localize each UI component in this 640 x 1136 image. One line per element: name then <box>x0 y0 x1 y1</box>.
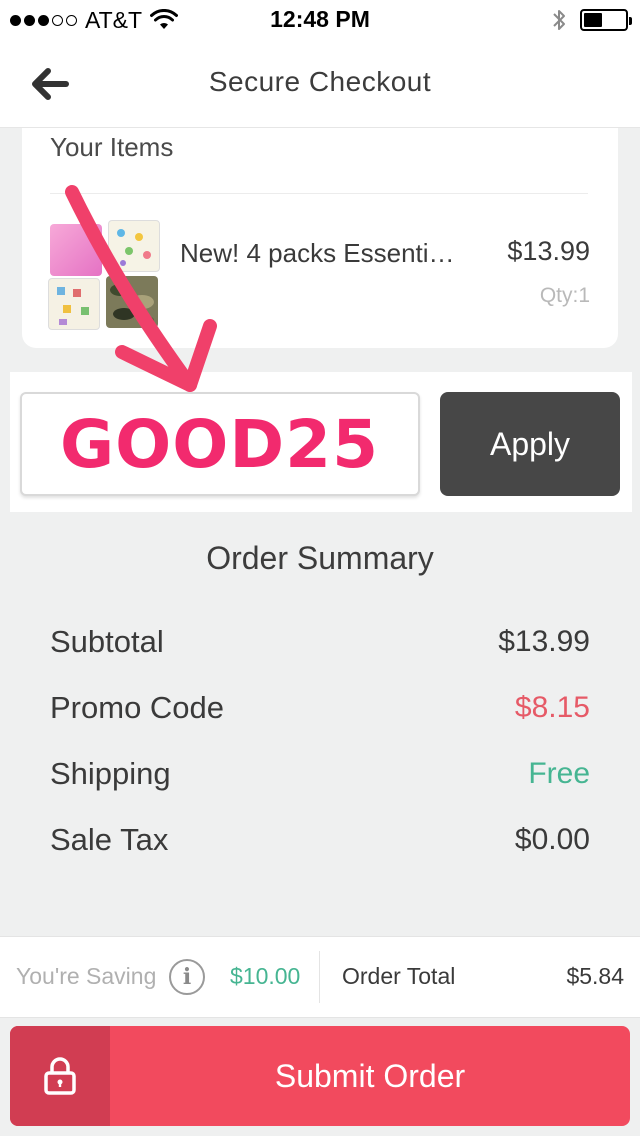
item-name[interactable]: New! 4 packs Essenti… <box>180 238 480 269</box>
product-image-camo-bag <box>106 276 158 328</box>
item-price: $13.99 <box>507 236 590 266</box>
product-image-pink-bag <box>50 224 102 276</box>
totals-bar: You're Saving i $10.00 Order Total $5.84 <box>0 936 640 1018</box>
summary-label: Promo Code <box>50 690 225 725</box>
info-icon[interactable]: i <box>169 959 205 995</box>
summary-row-tax: Sale Tax $0.00 <box>50 818 590 862</box>
order-total-value: $5.84 <box>566 963 624 989</box>
summary-row-subtotal: Subtotal $13.99 <box>50 620 590 664</box>
order-total-label: Order Total <box>342 963 456 989</box>
nav-bar: Secure Checkout <box>0 40 640 128</box>
apply-button[interactable]: Apply <box>440 392 620 496</box>
status-right <box>552 7 632 33</box>
summary-value: Free <box>528 757 590 790</box>
summary-value: $13.99 <box>498 625 590 658</box>
summary-row-shipping: Shipping Free <box>50 752 590 796</box>
saving-label: You're Saving <box>16 963 157 989</box>
clock: 12:48 PM <box>270 6 370 32</box>
summary-label: Shipping <box>50 756 171 791</box>
bluetooth-icon <box>553 10 565 30</box>
divider <box>319 951 320 1003</box>
summary-row-promo: Promo Code $8.15 <box>50 686 590 730</box>
items-heading: Your Items <box>50 132 174 162</box>
summary-label: Subtotal <box>50 624 164 659</box>
product-image-letters-bag <box>48 278 100 330</box>
lock-panel <box>10 1026 110 1126</box>
summary-value: $0.00 <box>514 823 590 856</box>
battery-icon <box>580 9 632 31</box>
items-card: Your Items New! 4 packs Essenti… $13.99 … <box>22 128 618 348</box>
promo-code-input[interactable]: GOOD25 <box>20 392 420 496</box>
summary-value: $8.15 <box>514 691 590 724</box>
lock-icon <box>44 1057 76 1095</box>
saving-amount: $10.00 <box>230 963 301 989</box>
product-image-print-bag <box>108 220 160 272</box>
divider <box>50 193 588 194</box>
page-title: Secure Checkout <box>208 66 432 97</box>
order-summary-title: Order Summary <box>206 540 434 576</box>
product-thumbnail[interactable] <box>46 214 164 332</box>
submit-order-label: Submit Order <box>274 1057 466 1094</box>
status-bar: AT&T 12:48 PM <box>0 0 640 40</box>
submit-order-button[interactable]: Submit Order <box>10 1026 630 1126</box>
item-quantity: Qty:1 <box>539 284 590 307</box>
summary-label: Sale Tax <box>50 822 169 857</box>
battery-level <box>584 13 602 27</box>
